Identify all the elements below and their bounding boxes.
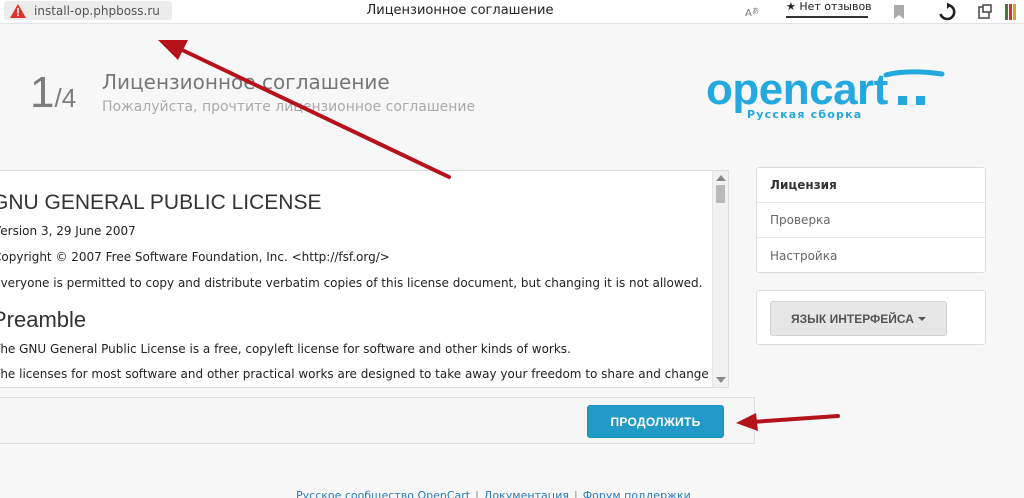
- extension-icon[interactable]: [976, 3, 994, 21]
- scroll-up-icon[interactable]: [716, 175, 726, 181]
- refresh-icon[interactable]: [938, 3, 956, 21]
- footer-link-docs[interactable]: Документация: [484, 489, 569, 498]
- continue-button[interactable]: ПРОДОЛЖИТЬ: [587, 405, 724, 438]
- logo-brand-text: opencart: [706, 65, 889, 114]
- footer-separator: |: [573, 489, 578, 498]
- url-text: install-op.phpboss.ru: [34, 3, 160, 18]
- preamble-paragraph-1: The GNU General Public License is a free…: [0, 342, 571, 356]
- step-total: /4: [54, 83, 77, 113]
- license-version: Version 3, 29 June 2007: [0, 224, 136, 238]
- scroll-down-icon[interactable]: [716, 377, 726, 383]
- license-copyright: Copyright © 2007 Free Software Foundatio…: [0, 250, 390, 264]
- step-current: 1: [30, 68, 55, 117]
- cart-handle-icon: [883, 69, 945, 78]
- footer-links: Русское сообщество OpenCart | Документация…: [296, 489, 691, 498]
- step-license[interactable]: Лицензия: [757, 168, 985, 203]
- page-title: Лицензионное соглашение: [102, 70, 390, 94]
- cart-wheel-right-icon: [916, 96, 925, 105]
- bookmark-icon[interactable]: [890, 3, 908, 21]
- install-steps-list: Лицензия Проверка Настройка: [756, 167, 986, 273]
- translate-icon[interactable]: A あ: [744, 3, 762, 21]
- warning-icon: [10, 3, 26, 18]
- license-permission: Everyone is permitted to copy and distri…: [0, 276, 703, 290]
- browser-toolbar: install-op.phpboss.ru Лицензионное согла…: [0, 0, 1024, 24]
- license-text-panel[interactable]: GNU GENERAL PUBLIC LICENSE Version 3, 29…: [0, 170, 729, 388]
- logo-subtitle-text: Русская сборка: [747, 108, 862, 121]
- language-label: ЯЗЫК ИНТЕРФЕЙСА: [791, 311, 914, 326]
- step-check[interactable]: Проверка: [757, 203, 985, 238]
- language-dropdown-button[interactable]: ЯЗЫК ИНТЕРФЕЙСА: [770, 301, 947, 336]
- caret-down-icon: [917, 316, 926, 321]
- license-scrollbar[interactable]: [712, 171, 728, 387]
- page-subtitle: Пожалуйста, прочтите лицензионное соглаш…: [102, 99, 476, 115]
- reviews-badge[interactable]: ★ Нет отзывов: [786, 0, 872, 18]
- address-bar[interactable]: install-op.phpboss.ru: [4, 1, 172, 20]
- footer-link-community[interactable]: Русское сообщество OpenCart: [296, 489, 470, 498]
- svg-text:A: A: [745, 8, 752, 19]
- step-settings[interactable]: Настройка: [757, 238, 985, 273]
- opencart-logo: opencart Русская сборка: [706, 65, 945, 121]
- tab-title: Лицензионное соглашение: [366, 3, 554, 18]
- preamble-paragraph-2: The licenses for most software and other…: [0, 367, 729, 381]
- cart-wheel-left-icon: [898, 96, 907, 105]
- footer-separator: |: [475, 489, 479, 498]
- preamble-heading: Preamble: [0, 307, 87, 332]
- extensions-grid-icon[interactable]: [1004, 3, 1018, 21]
- footer-link-forum[interactable]: Форум поддержки: [583, 489, 691, 498]
- language-panel: ЯЗЫК ИНТЕРФЕЙСА: [756, 290, 986, 345]
- scroll-thumb[interactable]: [716, 185, 725, 203]
- license-heading: GNU GENERAL PUBLIC LICENSE: [0, 191, 322, 214]
- svg-text:あ: あ: [752, 7, 759, 15]
- step-indicator: 1/4: [30, 68, 76, 123]
